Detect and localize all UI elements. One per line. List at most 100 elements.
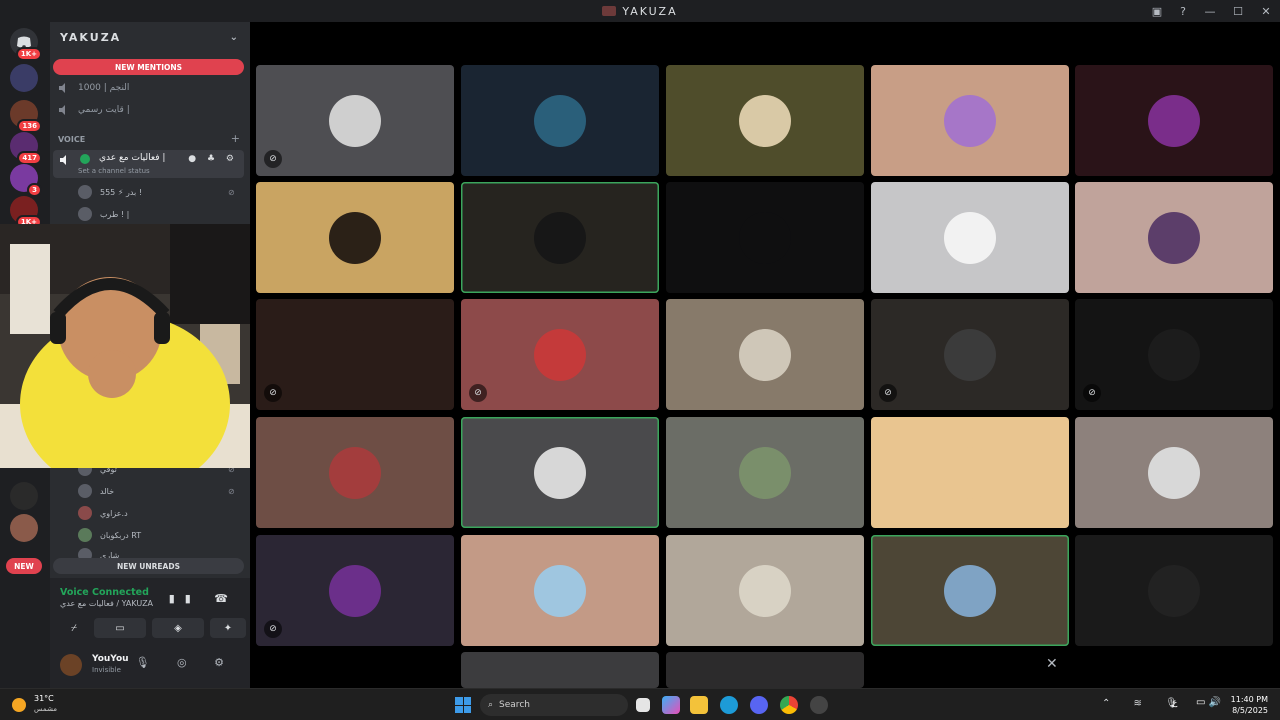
network-volume-icons[interactable]: ▭ 🔊 <box>1196 697 1221 708</box>
server-item[interactable]: 136 <box>10 100 42 133</box>
soundboard-button[interactable]: ✦ <box>210 618 246 638</box>
voice-controls[interactable]: ▮▮ ☎ <box>169 592 238 605</box>
participant-tile[interactable] <box>1075 417 1273 528</box>
channel-name: فعاليات مع عدي | <box>99 153 166 163</box>
taskbar-search[interactable]: ⌕ Search <box>480 694 628 716</box>
sun-icon[interactable] <box>12 698 26 712</box>
mic-off-icon: ⊘ <box>1083 384 1101 402</box>
participant-tile[interactable] <box>666 417 864 528</box>
server-item[interactable]: 3 <box>10 164 42 197</box>
language-indicator[interactable]: ع <box>1172 698 1177 708</box>
discord-taskbar-icon[interactable] <box>750 696 768 714</box>
file-explorer-icon[interactable] <box>690 696 708 714</box>
activity-button[interactable]: ◈ <box>152 618 204 638</box>
avatar <box>1148 94 1200 147</box>
participant-tile[interactable]: ⊘ <box>256 299 454 410</box>
participant-tile[interactable]: ⊘ <box>256 65 454 176</box>
participant-tile[interactable] <box>666 299 864 410</box>
voice-user[interactable]: طرب ! | <box>78 205 129 223</box>
avatar <box>944 211 996 264</box>
server-item[interactable]: 1K+ <box>10 196 42 229</box>
weather-temperature[interactable]: 31°C <box>34 694 54 703</box>
participant-tile[interactable] <box>871 65 1069 176</box>
participant-tile[interactable]: ⊘ <box>871 299 1069 410</box>
server-item[interactable] <box>10 482 38 510</box>
start-button[interactable] <box>455 697 471 713</box>
minimize-button[interactable]: — <box>1196 5 1224 18</box>
participant-tile[interactable] <box>1075 535 1273 646</box>
speaker-icon <box>60 155 66 165</box>
server-header[interactable]: YAKUZA ⌄ <box>50 22 250 52</box>
channel-name: قايت رسمي | <box>78 105 130 115</box>
participant-tile[interactable] <box>461 652 659 688</box>
voice-channel[interactable]: قايت رسمي | <box>58 100 244 120</box>
voice-user-name: طرب ! | <box>100 209 130 219</box>
webcam-overlay <box>0 224 250 468</box>
folder-icon[interactable] <box>10 64 38 92</box>
server-badge: 417 <box>17 151 42 165</box>
voice-user[interactable]: دربكوبان RT <box>78 526 141 544</box>
participant-tile[interactable] <box>666 652 864 688</box>
channel-status[interactable]: Set a channel status <box>78 167 150 175</box>
participant-tile[interactable] <box>666 182 864 293</box>
clock[interactable]: 11:40 PM 8/5/2025 <box>1231 694 1268 716</box>
edge-icon[interactable] <box>720 696 738 714</box>
voice-category[interactable]: VOICE <box>58 135 85 144</box>
new-badge[interactable]: NEW <box>6 558 42 574</box>
participant-tile[interactable] <box>871 535 1069 646</box>
participant-tile[interactable] <box>461 65 659 176</box>
voice-user-name: د.عزاوي <box>100 508 128 518</box>
participant-tile[interactable] <box>871 182 1069 293</box>
voice-user-name: 555 ⚡ بدر ! <box>100 187 143 197</box>
voice-channel-path[interactable]: فعاليات مع عدي / YAKUZA <box>60 599 153 608</box>
avatar <box>739 446 791 499</box>
participant-tile[interactable] <box>256 182 454 293</box>
participant-tile[interactable]: ⊘ <box>1075 299 1273 410</box>
voice-channel[interactable]: النجم | 1000 <box>58 78 244 98</box>
participant-tile[interactable] <box>871 417 1069 528</box>
app-icon[interactable] <box>810 696 828 714</box>
user-status: Invisible <box>92 666 121 674</box>
weather-description[interactable]: مشمس <box>34 705 57 713</box>
avatar <box>329 211 381 264</box>
user-controls[interactable]: 🎙 ◎ ⚙ <box>136 656 236 669</box>
close-button[interactable]: ✕ <box>1252 5 1280 18</box>
new-mentions-button[interactable]: NEW MENTIONS <box>53 59 244 75</box>
copilot-icon[interactable] <box>662 696 680 714</box>
participant-tile[interactable]: ⊘ <box>461 299 659 410</box>
channel-actions[interactable]: ● ♣ ⚙ <box>188 154 238 164</box>
server-item[interactable]: 417 <box>10 132 42 165</box>
participant-tile[interactable] <box>1075 65 1273 176</box>
participant-tile[interactable] <box>461 417 659 528</box>
active-voice-channel[interactable]: فعاليات مع عدي | Set a channel status ● … <box>53 150 244 178</box>
participant-tile[interactable] <box>256 417 454 528</box>
add-channel-icon[interactable]: + <box>231 132 240 145</box>
server-name: YAKUZA <box>60 30 122 44</box>
voice-connection-panel: Voice Connected فعاليات مع عدي / YAKUZA … <box>50 578 250 646</box>
avatar[interactable] <box>60 654 82 676</box>
participant-tile[interactable] <box>666 65 864 176</box>
voice-user[interactable]: خالد ⊘ <box>78 482 235 500</box>
chrome-icon[interactable] <box>780 696 798 714</box>
participant-tile[interactable] <box>1075 182 1273 293</box>
task-view-icon[interactable] <box>636 698 650 712</box>
participant-tile[interactable] <box>461 182 659 293</box>
voice-status[interactable]: Voice Connected <box>60 587 149 598</box>
direct-messages-button[interactable]: 1K+ <box>10 28 42 61</box>
participant-tile[interactable]: ⊘ <box>256 535 454 646</box>
video-grid: ✕ ⊘ ⊘ ⊘ ⊘ ⊘ ⊘ <box>250 22 1280 688</box>
voice-user[interactable]: 555 ⚡ بدر ! ⊘ <box>78 183 235 201</box>
noise-suppression-button[interactable]: ⌿ <box>56 618 92 638</box>
help-icon[interactable]: ? <box>1170 5 1196 18</box>
new-unreads-button[interactable]: NEW UNREADS <box>53 558 244 574</box>
maximize-button[interactable]: ☐ <box>1224 5 1252 18</box>
avatar <box>739 328 791 381</box>
camera-button[interactable]: ▭ <box>94 618 146 638</box>
server-item[interactable] <box>10 514 38 542</box>
participant-tile[interactable] <box>666 535 864 646</box>
avatar <box>1148 211 1200 264</box>
close-icon[interactable]: ✕ <box>1046 656 1058 672</box>
inbox-icon[interactable]: ▣ <box>1144 5 1170 18</box>
participant-tile[interactable] <box>461 535 659 646</box>
voice-user[interactable]: د.عزاوي <box>78 504 128 522</box>
